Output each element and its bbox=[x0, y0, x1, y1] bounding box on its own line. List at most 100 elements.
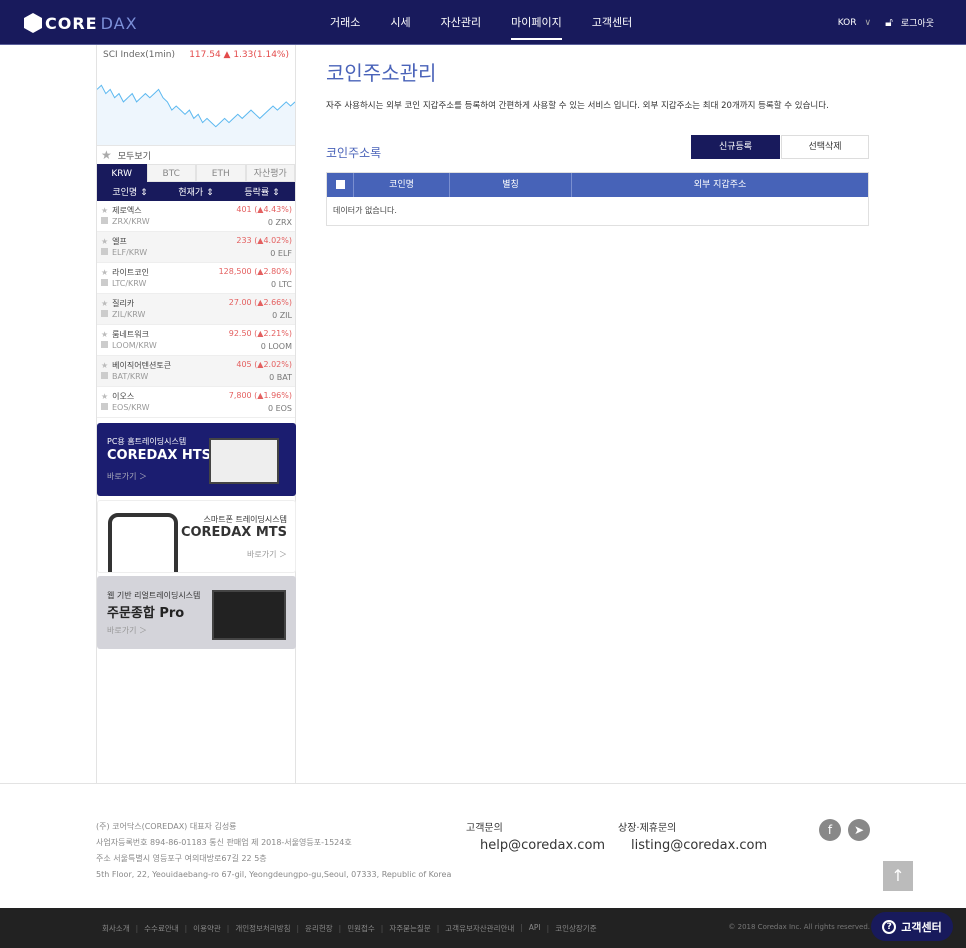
footer-link[interactable]: 개인정보처리방침 bbox=[221, 923, 290, 934]
nav-market[interactable]: 시세 bbox=[390, 0, 410, 45]
footer-link[interactable]: 회사소개 bbox=[102, 923, 130, 934]
telegram-icon[interactable]: ➤ bbox=[848, 819, 870, 841]
coin-pair: ELF/KRW bbox=[101, 248, 147, 257]
tab-btc[interactable]: BTC bbox=[146, 164, 196, 182]
cs-email[interactable]: help@coredax.com bbox=[480, 838, 605, 853]
coin-row[interactable]: ★ 제로엑스 ZRX/KRW 401 (▲4.43%) 0 ZRX bbox=[97, 201, 295, 232]
footer-link[interactable]: 윤리헌장 bbox=[291, 923, 333, 934]
logout-button[interactable]: 로그아웃 bbox=[901, 16, 934, 29]
new-register-button[interactable]: 신규등록 bbox=[691, 135, 780, 159]
customer-center-button[interactable]: ? 고객센터 bbox=[871, 912, 953, 941]
main-nav: 거래소 시세 자산관리 마이페이지 고객센터 bbox=[330, 0, 662, 45]
company-line: 주소 서울특별시 영등포구 여의대방로67길 22 5층 bbox=[96, 854, 267, 863]
footer-link[interactable]: 수수료안내 bbox=[130, 923, 179, 934]
coin-pair: ZRX/KRW bbox=[101, 217, 150, 226]
sci-area bbox=[97, 85, 295, 145]
monitor-image bbox=[212, 590, 286, 640]
col-alias: 별칭 bbox=[450, 173, 572, 197]
all-view-label: 모두보기 bbox=[117, 151, 151, 162]
all-view-toggle[interactable]: ★ 모두보기 bbox=[97, 146, 295, 164]
language-select[interactable]: KOR bbox=[838, 18, 857, 28]
star-icon[interactable]: ★ bbox=[101, 392, 108, 401]
star-icon[interactable]: ★ bbox=[101, 299, 108, 308]
coin-row[interactable]: ★ 질리카 ZIL/KRW 27.00 (▲2.66%) 0 ZIL bbox=[97, 294, 295, 325]
coin-pair: LOOM/KRW bbox=[101, 341, 157, 350]
facebook-icon[interactable]: f bbox=[819, 819, 841, 841]
company-info: (주) 코어닥스(COREDAX) 대표자 김성룡 사업자등록번호 894-86… bbox=[96, 819, 451, 883]
star-icon[interactable]: ★ bbox=[101, 237, 108, 246]
coin-holding: 0 BAT bbox=[269, 373, 292, 382]
select-all-checkbox[interactable] bbox=[335, 180, 345, 189]
coin-row[interactable]: ★ 라이트코인 LTC/KRW 128,500 (▲2.80%) 0 LTC bbox=[97, 263, 295, 294]
footer-link[interactable]: 자주묻는질문 bbox=[375, 923, 430, 934]
banner-pro-title: 주문종합 Pro bbox=[107, 606, 185, 621]
coin-name: ★ 질리카 bbox=[101, 299, 135, 308]
nav-assets[interactable]: 자산관리 bbox=[441, 0, 481, 45]
cs-label: 고객문의 bbox=[466, 823, 503, 834]
coin-pair: BAT/KRW bbox=[101, 372, 148, 381]
sort-coin-name[interactable]: 코인명 ⇕ bbox=[97, 185, 163, 198]
coin-pair: ZIL/KRW bbox=[101, 310, 145, 319]
listing-email[interactable]: listing@coredax.com bbox=[631, 838, 767, 853]
banner-hts[interactable]: PC용 홈트레이딩시스템 COREDAX HTS 바로가기 ＞ bbox=[97, 423, 296, 496]
banner-mts-title: COREDAX MTS bbox=[180, 525, 287, 540]
laptop-image bbox=[209, 438, 279, 484]
banner-pro-link[interactable]: 바로가기 ＞ bbox=[107, 625, 147, 636]
delete-selected-button[interactable]: 선택삭제 bbox=[781, 135, 869, 159]
coin-price: 92.50 (▲2.21%) bbox=[228, 329, 292, 338]
footer-link[interactable]: 코인상장기준 bbox=[541, 923, 596, 934]
coin-price: 233 (▲4.02%) bbox=[236, 236, 292, 245]
logo-icon bbox=[24, 13, 42, 33]
banner-mts[interactable]: 스마트폰 트레이딩시스템 COREDAX MTS 바로가기 ＞ bbox=[97, 500, 296, 573]
star-icon[interactable]: ★ bbox=[101, 330, 108, 339]
nav-support[interactable]: 고객센터 bbox=[592, 0, 632, 45]
wallet-icon bbox=[101, 279, 108, 286]
sort-price[interactable]: 현재가 ⇕ bbox=[163, 185, 229, 198]
star-icon[interactable]: ★ bbox=[101, 268, 108, 277]
banner-hts-link[interactable]: 바로가기 ＞ bbox=[107, 471, 147, 482]
coin-row[interactable]: ★ 엘프 ELF/KRW 233 (▲4.02%) 0 ELF bbox=[97, 232, 295, 263]
footer-link[interactable]: 고객유보자산관리안내 bbox=[431, 923, 514, 934]
sort-change[interactable]: 등락률 ⇕ bbox=[229, 185, 295, 198]
tab-eth[interactable]: ETH bbox=[196, 164, 246, 182]
chevron-down-icon[interactable]: ∨ bbox=[865, 18, 872, 28]
scroll-top-button[interactable]: ↑ bbox=[883, 861, 913, 891]
coin-holding: 0 LTC bbox=[271, 280, 292, 289]
nav-exchange[interactable]: 거래소 bbox=[330, 0, 360, 45]
coin-row[interactable]: ★ 이오스 EOS/KRW 7,800 (▲1.96%) 0 EOS bbox=[97, 387, 295, 418]
coin-row[interactable]: ★ 베이직어텐션토큰 BAT/KRW 405 (▲2.02%) 0 BAT bbox=[97, 356, 295, 387]
wallet-icon bbox=[101, 341, 108, 348]
listing-label: 상장·제휴문의 bbox=[618, 823, 677, 834]
star-icon[interactable]: ★ bbox=[101, 206, 108, 215]
page-description: 자주 사용하시는 외부 코인 지갑주소를 등록하여 간편하게 사용할 수 있는 … bbox=[326, 101, 829, 111]
nav-mypage[interactable]: 마이페이지 bbox=[511, 0, 562, 45]
banner-mts-link[interactable]: 바로가기 ＞ bbox=[247, 549, 287, 560]
coin-price: 405 (▲2.02%) bbox=[236, 360, 292, 369]
tab-asset-eval[interactable]: 자산평가 bbox=[245, 164, 295, 182]
footer-link[interactable]: API bbox=[514, 923, 541, 934]
coin-holding: 0 ELF bbox=[270, 249, 292, 258]
coin-name: ★ 제로엑스 bbox=[101, 206, 142, 215]
coin-holding: 0 ZRX bbox=[267, 218, 292, 227]
sci-index-value: 117.54 ▲ 1.33(1.14%) bbox=[189, 50, 289, 60]
tab-krw[interactable]: KRW bbox=[97, 164, 147, 182]
coin-holding: 0 ZIL bbox=[272, 311, 292, 320]
footer-link[interactable]: 민원접수 bbox=[333, 923, 375, 934]
coin-name: ★ 이오스 bbox=[101, 392, 135, 401]
banner-pro-sub: 웹 기반 리얼트레이딩시스템 bbox=[107, 591, 201, 600]
star-icon[interactable]: ★ bbox=[101, 361, 108, 370]
coin-pair: EOS/KRW bbox=[101, 403, 150, 412]
wallet-icon bbox=[101, 217, 108, 224]
footer: (주) 코어닥스(COREDAX) 대표자 김성룡 사업자등록번호 894-86… bbox=[0, 783, 966, 908]
sci-index-panel: SCI Index(1min) 117.54 ▲ 1.33(1.14%) bbox=[97, 45, 295, 146]
coin-row[interactable]: ★ 룸네트워크 LOOM/KRW 92.50 (▲2.21%) 0 LOOM bbox=[97, 325, 295, 356]
market-tabs: KRW BTC ETH 자산평가 bbox=[97, 164, 295, 182]
coin-name: ★ 라이트코인 bbox=[101, 268, 149, 277]
top-header: CORE DAX 거래소 시세 자산관리 마이페이지 고객센터 KOR ∨ 🔓︎ … bbox=[0, 0, 966, 45]
coin-name: ★ 엘프 bbox=[101, 237, 127, 246]
footer-bar: 회사소개수수료안내이용약관개인정보처리방침윤리헌장민원접수자주묻는질문고객유보자… bbox=[0, 908, 966, 948]
logo[interactable]: CORE DAX bbox=[24, 13, 138, 33]
banner-pro[interactable]: 웹 기반 리얼트레이딩시스템 주문종합 Pro 바로가기 ＞ bbox=[97, 576, 296, 649]
col-wallet-address: 외부 지갑주소 bbox=[693, 180, 747, 190]
footer-link[interactable]: 이용약관 bbox=[179, 923, 221, 934]
